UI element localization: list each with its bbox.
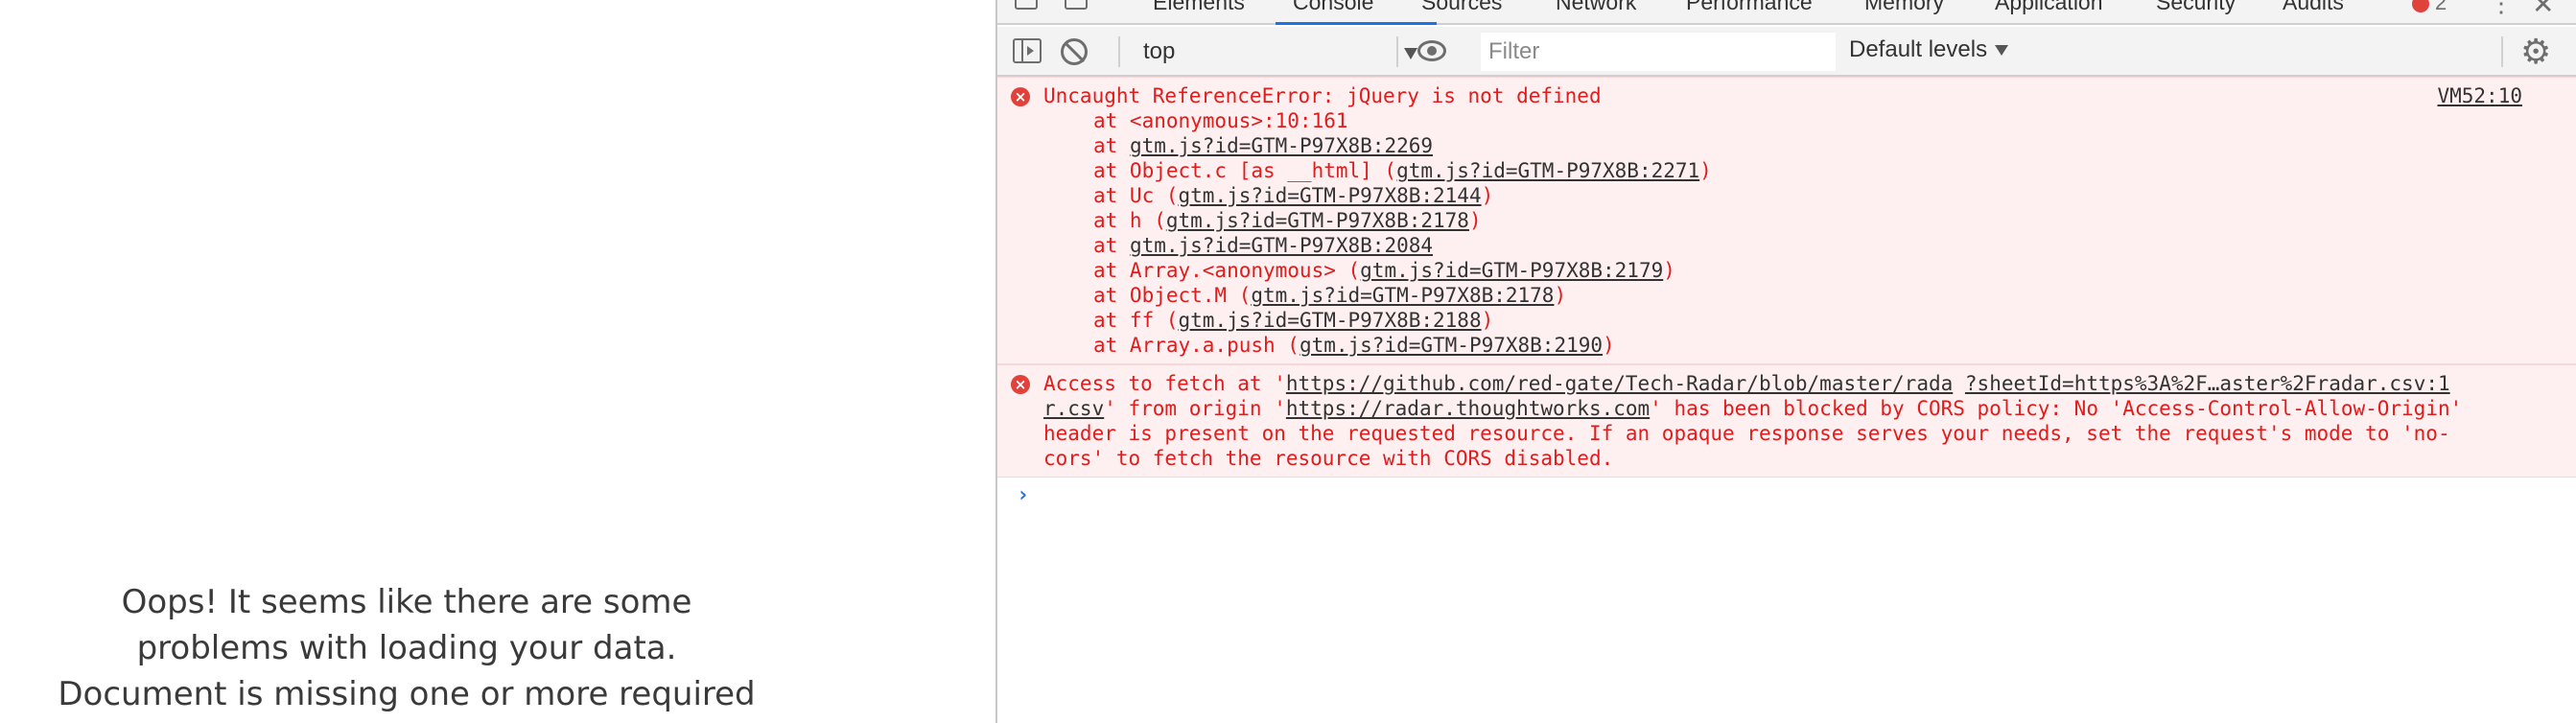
stack-frame-text: at ff ( (1093, 309, 1179, 332)
tab-performance[interactable]: Performance (1686, 0, 1813, 15)
error-text: ' has been blocked by CORS policy: No 'A… (1650, 397, 2463, 420)
error-text-line: Access to fetch at 'https://github.com/r… (1043, 371, 2528, 396)
fetch-url-query-link[interactable]: ?sheetId=https%3A%2F…aster%2Fradar.csv:1 (1965, 372, 2450, 395)
prompt-chevron-icon: › (1017, 483, 1030, 507)
error-text: Access to fetch at ' (1043, 372, 1286, 395)
clear-console-icon[interactable] (1061, 38, 1088, 65)
inspect-element-icon[interactable] (1015, 0, 1038, 10)
eye-icon[interactable] (1417, 40, 1446, 61)
stack-frame-link[interactable]: gtm.js?id=GTM-P97X8B:2179 (1360, 259, 1663, 282)
fetch-url-link[interactable]: r.csv (1043, 397, 1104, 420)
stack-frame-link[interactable]: gtm.js?id=GTM-P97X8B:2188 (1179, 309, 1482, 332)
console-error-message: × Access to fetch at 'https://github.com… (997, 364, 2576, 478)
tab-memory[interactable]: Memory (1864, 0, 1944, 15)
error-text: ' from origin ' (1104, 397, 1286, 420)
active-tab-indicator (1276, 22, 1437, 25)
error-count-badge[interactable]: 2 (2412, 0, 2447, 15)
toolbar-divider (1118, 36, 1120, 67)
tab-sources[interactable]: Sources (1421, 0, 1502, 15)
stack-frame-text: ) (1663, 259, 1675, 282)
stack-frame-link[interactable]: gtm.js?id=GTM-P97X8B:2271 (1396, 159, 1699, 182)
stack-frame: at ff (gtm.js?id=GTM-P97X8B:2188) (1043, 308, 2528, 333)
stack-frame: at Object.M (gtm.js?id=GTM-P97X8B:2178) (1043, 283, 2528, 308)
stack-frame-text: ) (1481, 184, 1494, 207)
stack-frame-link[interactable]: gtm.js?id=GTM-P97X8B:2190 (1300, 334, 1603, 357)
data-load-error-message: Oops! It seems like there are some probl… (0, 579, 813, 717)
stack-frame-text: at h ( (1093, 209, 1166, 232)
sidebar-toggle-icon[interactable] (1013, 38, 1042, 63)
dropdown-arrow-icon (1404, 48, 1417, 59)
gear-icon[interactable]: ⚙ (2520, 33, 2551, 71)
error-icon: × (1011, 375, 1030, 394)
devtools-tab-bar: Elements Console Sources Network Perform… (997, 0, 2576, 25)
stack-frame: at gtm.js?id=GTM-P97X8B:2269 (1043, 133, 2528, 158)
stack-frame-link[interactable]: gtm.js?id=GTM-P97X8B:2178 (1251, 284, 1554, 307)
stack-frame-text: ) (1481, 309, 1494, 332)
stack-frame-text: ) (1603, 334, 1615, 357)
console-toolbar: top Default levels ⚙ (997, 27, 2576, 77)
error-text (1953, 372, 1965, 395)
error-text-line: header is present on the requested resou… (1043, 422, 2450, 445)
tab-console[interactable]: Console (1293, 0, 1373, 15)
log-levels-label: Default levels (1849, 36, 1988, 62)
stack-frame-text: ) (1554, 284, 1567, 307)
stack-frame-link[interactable]: gtm.js?id=GTM-P97X8B:2084 (1130, 234, 1433, 257)
stack-frame-text: at (1093, 134, 1130, 157)
error-text: Uncaught ReferenceError: jQuery is not d… (1043, 84, 1602, 107)
stack-frame: at Object.c [as __html] (gtm.js?id=GTM-P… (1043, 158, 2528, 183)
error-text-line: cors' to fetch the resource with CORS di… (1043, 447, 1614, 470)
device-toolbar-icon[interactable] (1065, 0, 1088, 10)
devtools-panel: Elements Console Sources Network Perform… (995, 0, 2576, 723)
more-options-icon[interactable]: ⋮ (2489, 0, 2514, 18)
console-error-message: × Uncaught ReferenceError: jQuery is not… (997, 77, 2576, 364)
error-message-line: problems with loading your data. (136, 629, 677, 667)
stack-frame: at Array.a.push (gtm.js?id=GTM-P97X8B:21… (1043, 333, 2528, 358)
stack-frame: at Array.<anonymous> (gtm.js?id=GTM-P97X… (1043, 258, 2528, 283)
stack-frame-text: at Object.c [as __html] ( (1093, 159, 1397, 182)
stack-frame-link[interactable]: gtm.js?id=GTM-P97X8B:2269 (1130, 134, 1433, 157)
stack-frame-text: at Uc ( (1093, 184, 1179, 207)
stack-frame: at gtm.js?id=GTM-P97X8B:2084 (1043, 233, 2528, 258)
stack-frame: at <anonymous>:10:161 (1093, 109, 1348, 132)
webpage-viewport: Oops! It seems like there are some probl… (0, 0, 995, 723)
origin-link[interactable]: https://radar.thoughtworks.com (1286, 397, 1650, 420)
tab-application[interactable]: Application (1995, 0, 2103, 15)
tab-network[interactable]: Network (1556, 0, 1636, 15)
console-messages[interactable]: × Uncaught ReferenceError: jQuery is not… (997, 77, 2576, 723)
error-message-line: Oops! It seems like there are some (121, 583, 692, 621)
stack-frame-text: at Object.M ( (1093, 284, 1252, 307)
tab-elements[interactable]: Elements (1153, 0, 1245, 15)
error-text-line: r.csv' from origin 'https://radar.though… (1043, 396, 2528, 421)
toolbar-divider (1396, 36, 1398, 67)
filter-input[interactable] (1481, 33, 1836, 71)
stack-frame-link[interactable]: gtm.js?id=GTM-P97X8B:2144 (1179, 184, 1482, 207)
error-dot-icon (2412, 0, 2429, 13)
source-link[interactable]: VM52:10 (2437, 83, 2522, 108)
stack-frame-text: ) (1468, 209, 1482, 232)
stack-frame: at Uc (gtm.js?id=GTM-P97X8B:2144) (1043, 183, 2528, 208)
context-value: top (1143, 38, 1176, 64)
fetch-url-link[interactable]: https://github.com/red-gate/Tech-Radar/b… (1286, 372, 1953, 395)
stack-frame-text: at (1093, 234, 1130, 257)
tab-audits[interactable]: Audits (2283, 0, 2344, 15)
error-icon: × (1011, 87, 1030, 106)
toolbar-divider (2501, 36, 2503, 67)
error-message-line: Document is missing one or more required (58, 675, 756, 713)
log-levels-dropdown[interactable]: Default levels (1849, 36, 2009, 63)
stack-frame: at h (gtm.js?id=GTM-P97X8B:2178) (1043, 208, 2528, 233)
context-selector[interactable]: top (1137, 35, 1425, 69)
tab-security[interactable]: Security (2156, 0, 2236, 15)
console-prompt[interactable]: › (997, 478, 2576, 516)
stack-frame-text: at Array.a.push ( (1093, 334, 1300, 357)
stack-frame-link[interactable]: gtm.js?id=GTM-P97X8B:2178 (1166, 209, 1469, 232)
stack-frame-text: ) (1699, 159, 1712, 182)
error-count: 2 (2435, 0, 2447, 14)
dropdown-arrow-icon (1995, 45, 2009, 57)
close-icon[interactable]: ✕ (2532, 0, 2554, 20)
stack-frame-text: at Array.<anonymous> ( (1093, 259, 1361, 282)
